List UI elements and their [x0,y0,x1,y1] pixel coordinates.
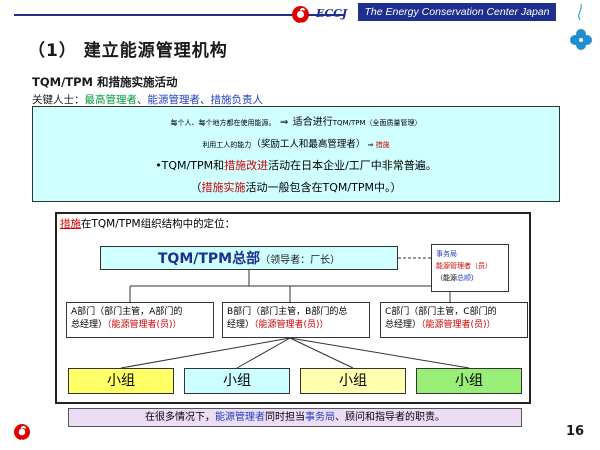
hq-title: TQM/TPM总部 [157,251,261,267]
info-highlight: 措施实施 [201,181,246,194]
key-people-label: 关键人士： [32,94,85,106]
tqm-hq-box: TQM/TPM总部（领导者：厂长） [100,246,398,270]
org-title-highlight: 措施 [60,218,81,230]
footer-text: 同时担当 [265,412,305,423]
info-line-3: •TQM/TPM和措施改进活动在日本企业/工厂中非常普遍。 [33,157,559,173]
group-box-1: 小组 [68,368,174,394]
separator: 、 [200,94,211,106]
info-text: 每个人、每个地方都在使用能源。 [170,119,276,127]
dept-text: 总经理） [71,320,108,330]
page-title: （1） 建立能源管理机构 [28,41,228,61]
arrow-icon: ⇒ [279,117,289,128]
dept-c-box: C部门（部门主管，C部门的 总经理）（能源管理者(员)） [380,302,528,338]
dept-line: C部门（部门主管，C部门的 [385,307,497,317]
secretariat-note-text: （能源 [436,274,457,282]
dept-role: （能源管理者(员)） [107,320,182,330]
footer-text: 在很多情况下， [145,412,215,423]
org-title-text: 在TQM/TPM组织结构中的定位： [81,218,236,230]
info-text: （奖励工人和最高管理者） [251,139,366,150]
info-text: （ [190,181,202,194]
key-person-energy-manager: 能源管理者 [147,94,201,106]
dept-role: （能源管理者(员)） [421,320,496,330]
info-line-4: （措施实施活动一般包含在TQM/TPM中。） [33,179,559,195]
info-highlight: 措施 [375,141,390,149]
info-text: •TQM/TPM和 [155,159,225,172]
secretariat-box: 事务局 能源管理者（员） （能源总顺） [431,244,509,292]
secretariat-note-text: ） [471,274,478,282]
dept-text: 总经理） [385,320,422,330]
dept-line: B部门（部门主管，B部门的总 [227,307,348,317]
group-box-4: 小组 [416,368,522,394]
dept-role: （能源管理者(员)） [254,320,329,330]
key-people-line: 关键人士：最高管理者、能源管理者、措施负责人 [32,92,263,107]
info-text: TQM/TPM（全面质量管理） [332,119,422,127]
clover-logo-icon [570,3,592,50]
org-chart-title: 措施在TQM/TPM组织结构中的定位： [60,216,235,231]
dept-line: 总经理）（能源管理者(员)） [71,319,209,332]
footer-highlight: 能源管理者 [215,412,265,423]
key-person-measure-lead: 措施负责人 [210,94,264,106]
dept-line: 经理）（能源管理者(员)） [227,319,365,332]
eccj-footer-logo-icon [14,424,30,442]
info-highlight: 措施改进 [224,159,269,172]
info-text: 活动在日本企业/工厂中非常普遍。 [268,159,437,172]
footer-highlight: 事务局 [305,412,335,423]
arrow-icon: ⇒ [367,141,374,149]
info-box: 每个人、每个地方都在使用能源。 ⇒ 适合进行TQM/TPM（全面质量管理） 利用… [32,106,560,202]
secretariat-title: 事务局 [436,250,457,258]
footer-text: 、顾问和指导者的职责。 [335,412,445,423]
section-subtitle: TQM/TPM 和措施实施活动 [32,75,178,89]
separator: 、 [137,94,148,106]
footer-note: 在很多情况下，能源管理者同时担当事务局、顾问和指导者的职责。 [68,408,522,427]
org-abbreviation: ECCJ [316,7,348,20]
info-text: 适合进行 [292,117,333,128]
secretariat-role: 能源管理者（员） [436,262,492,270]
dept-b-box: B部门（部门主管，B部门的总 经理）（能源管理者(员)） [222,302,370,338]
info-text: 利用工人的能力 [202,141,252,149]
dept-line: 总经理）（能源管理者(员)） [385,319,523,332]
secretariat-note-highlight: 总顺 [457,274,471,282]
secretariat-note: （能源总顺） [436,272,504,284]
info-line-2: 利用工人的能力（奖励工人和最高管理者） ⇒ 措施 [33,136,559,150]
info-text: 活动一般包含在TQM/TPM中。） [245,181,402,194]
key-person-top-manager: 最高管理者 [84,94,138,106]
hq-leader: （领导者：厂长） [260,255,341,266]
group-box-3: 小组 [300,368,406,394]
dept-a-box: A部门（部门主管，A部门的 总经理）（能源管理者(员)） [66,302,214,338]
group-box-2: 小组 [184,368,290,394]
org-name-banner: The Energy Conservation Center Japan [358,3,556,21]
dept-text: 经理） [227,320,255,330]
dept-line: A部门（部门主管，A部门的 [71,307,183,317]
info-line-1: 每个人、每个地方都在使用能源。 ⇒ 适合进行TQM/TPM（全面质量管理） [33,113,559,128]
eccj-logo-icon [292,6,309,25]
page-number: 16 [566,424,585,439]
